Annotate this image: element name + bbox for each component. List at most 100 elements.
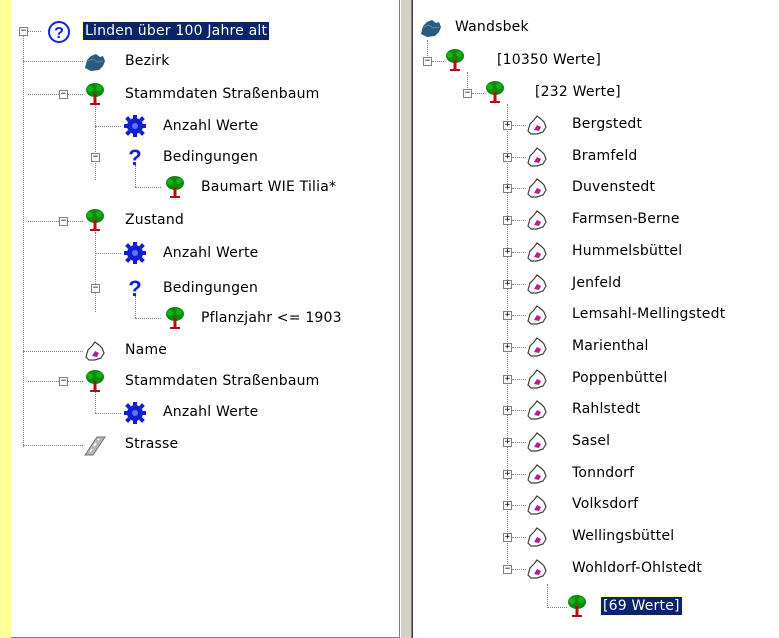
district-item[interactable]: Rahlstedt [570, 400, 642, 418]
question-circle-icon [47, 20, 71, 44]
district-item[interactable]: Lemsahl-Mellingstedt [570, 305, 727, 323]
tree-root-label[interactable]: Linden über 100 Jahre alt [81, 21, 271, 41]
collapse-toggle[interactable]: − [503, 565, 512, 574]
district-item[interactable]: Marienthal [570, 337, 651, 355]
tree-connector [512, 569, 526, 570]
expand-toggle[interactable]: + [503, 248, 512, 257]
tree-connector [28, 221, 83, 222]
collapse-toggle[interactable]: − [463, 89, 472, 98]
district-item[interactable]: Sasel [570, 432, 612, 450]
result-root-label[interactable]: Wandsbek [453, 18, 531, 36]
expand-toggle[interactable]: + [503, 311, 512, 320]
collapse-toggle[interactable]: − [91, 284, 100, 293]
tree-connector [512, 220, 526, 221]
expand-toggle[interactable]: + [503, 153, 512, 162]
tree-connector [95, 126, 121, 127]
district-item[interactable]: Hummelsbüttel [570, 242, 684, 260]
tree-connector [547, 584, 548, 608]
expand-toggle[interactable]: + [503, 280, 512, 289]
collapse-toggle[interactable]: − [91, 153, 100, 162]
expand-toggle[interactable]: + [503, 533, 512, 542]
district-item[interactable]: Bramfeld [570, 147, 640, 165]
query-tree-pane[interactable]: − Linden über 100 Jahre alt Bezirk − Sta… [11, 0, 400, 638]
result-sub-values[interactable]: [232 Werte] [533, 83, 623, 101]
tree-connector [28, 94, 83, 95]
district-item[interactable]: Bergstedt [570, 115, 644, 133]
tree-item-anzahl-werte[interactable]: Anzahl Werte [161, 117, 261, 135]
tree-item-bedingungen[interactable]: Bedingungen [161, 148, 260, 166]
district-outline-icon [525, 525, 549, 549]
tree-item-stammdaten[interactable]: Stammdaten Straßenbaum [123, 372, 322, 390]
tree-connector [95, 253, 121, 254]
tree-item-stammdaten[interactable]: Stammdaten Straßenbaum [123, 85, 322, 103]
district-outline-icon [525, 176, 549, 200]
district-item[interactable]: Wohldorf-Ohlstedt [570, 559, 704, 577]
tree-item-zustand[interactable]: Zustand [123, 211, 186, 229]
result-total-values[interactable]: [10350 Werte] [495, 51, 603, 69]
tree-connector [23, 351, 83, 352]
tree-connector [95, 100, 96, 180]
tree-connector [512, 347, 526, 348]
district-item[interactable]: Wellingsbüttel [570, 527, 676, 545]
district-outline-icon [525, 398, 549, 422]
expand-toggle[interactable]: + [503, 375, 512, 384]
district-item[interactable]: Poppenbüttel [570, 369, 669, 387]
district-outline-icon [525, 240, 549, 264]
tree-item-bezirk[interactable]: Bezirk [123, 52, 172, 70]
expand-toggle[interactable]: + [503, 501, 512, 510]
tree-connector [28, 31, 41, 32]
collapse-toggle[interactable]: − [59, 377, 68, 386]
tree-icon [163, 306, 187, 330]
tree-item-pflanzjahr[interactable]: Pflanzjahr <= 1903 [199, 309, 344, 327]
tree-item-strasse[interactable]: Strasse [123, 435, 180, 453]
tree-connector [23, 36, 24, 447]
result-tree-pane[interactable]: Wandsbek − [10350 Werte] − [232 Werte] +… [412, 0, 779, 638]
tree-connector [512, 379, 526, 380]
tree-item-bedingungen[interactable]: Bedingungen [161, 279, 260, 297]
district-item[interactable]: Tonndorf [570, 464, 636, 482]
question-icon [123, 276, 147, 300]
expand-toggle[interactable]: + [503, 470, 512, 479]
expand-toggle[interactable]: + [503, 406, 512, 415]
tree-connector [512, 252, 526, 253]
expand-toggle[interactable]: + [503, 438, 512, 447]
tree-connector [512, 284, 526, 285]
district-item[interactable]: Duvenstedt [570, 178, 657, 196]
tree-question-icon [83, 208, 107, 232]
tree-connector [23, 445, 83, 446]
tree-item-anzahl-werte[interactable]: Anzahl Werte [161, 403, 261, 421]
district-item[interactable]: Jenfeld [570, 274, 623, 292]
district-outline-icon [525, 208, 549, 232]
collapse-toggle[interactable]: − [59, 90, 68, 99]
pane-splitter[interactable] [400, 0, 412, 638]
district-outline-icon [525, 272, 549, 296]
district-item[interactable]: Farmsen-Berne [570, 210, 682, 228]
gear-icon [123, 114, 147, 138]
tree-connector [135, 187, 161, 188]
tree-connector [512, 125, 526, 126]
district-item[interactable]: Volksdorf [570, 495, 640, 513]
tree-icon [163, 175, 187, 199]
tree-item-anzahl-werte[interactable]: Anzahl Werte [161, 244, 261, 262]
tree-icon [565, 594, 589, 618]
expand-toggle[interactable]: + [503, 121, 512, 130]
collapse-toggle[interactable]: − [19, 27, 28, 36]
district-outline-icon [83, 339, 107, 363]
tree-item-name[interactable]: Name [123, 341, 169, 359]
tree-connector [23, 61, 83, 62]
question-icon [123, 145, 147, 169]
collapse-toggle[interactable]: − [59, 217, 68, 226]
tree-connector [512, 410, 526, 411]
tree-connector [512, 442, 526, 443]
tree-connector [512, 474, 526, 475]
expand-toggle[interactable]: + [503, 184, 512, 193]
map-icon [83, 50, 107, 74]
tree-connector [95, 232, 96, 312]
expand-toggle[interactable]: + [503, 216, 512, 225]
expand-toggle[interactable]: + [503, 343, 512, 352]
result-leaf-values[interactable]: [69 Werte] [600, 596, 683, 616]
collapse-toggle[interactable]: − [423, 57, 432, 66]
district-outline-icon [525, 145, 549, 169]
tree-item-baumart[interactable]: Baumart WIE Tilia* [199, 178, 338, 196]
tree-icon [443, 48, 467, 72]
